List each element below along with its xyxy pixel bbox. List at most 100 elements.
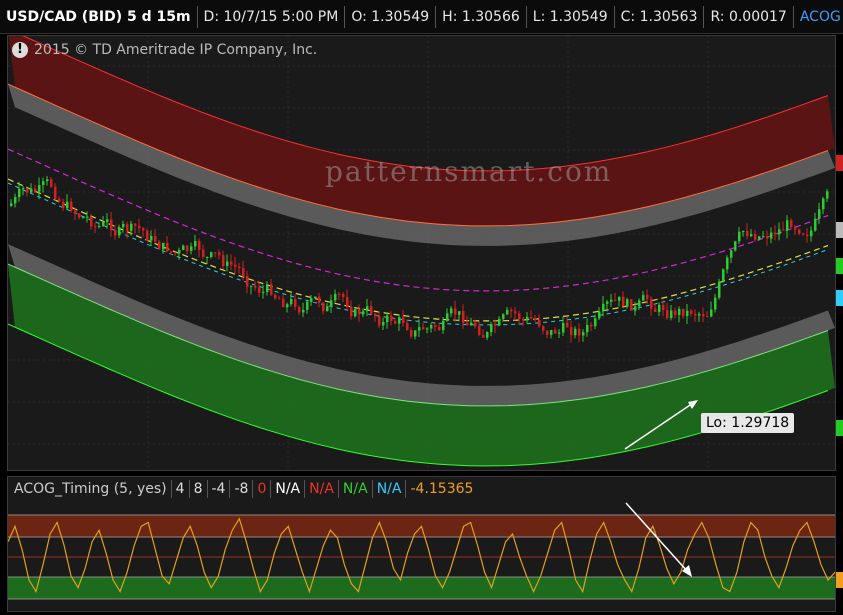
candle-body <box>110 219 113 231</box>
candle-body <box>202 249 205 257</box>
candle-body <box>678 308 681 316</box>
price-marker-green-2 <box>836 420 843 436</box>
price-panel[interactable] <box>7 35 836 471</box>
candle-body <box>690 310 693 314</box>
candle-body <box>34 188 37 192</box>
candle-body <box>90 216 93 227</box>
candle-body <box>366 306 369 312</box>
candle-body <box>218 252 221 256</box>
candle-body <box>358 309 361 315</box>
candle-body <box>250 285 253 287</box>
candle-body <box>798 229 801 234</box>
candle-body <box>446 313 449 321</box>
candle-body <box>86 216 89 218</box>
candle-body <box>378 316 381 326</box>
candle-body <box>674 310 677 316</box>
candle-body <box>822 198 825 210</box>
candle-body <box>462 311 465 323</box>
candle-body <box>342 294 345 298</box>
price-marker-gray <box>836 222 843 238</box>
candle-body <box>470 322 473 326</box>
candle-body <box>38 185 41 192</box>
candle-body <box>118 227 121 236</box>
candle-body <box>150 235 153 241</box>
candle-body <box>194 240 197 247</box>
candle-body <box>782 229 785 231</box>
candle-body <box>758 236 761 240</box>
candle-body <box>494 323 497 326</box>
candle-body <box>642 295 645 301</box>
candle-body <box>98 225 101 227</box>
candle-body <box>146 230 149 241</box>
candle-body <box>654 308 657 312</box>
candle-body <box>666 310 669 319</box>
candle-body <box>490 323 493 333</box>
candle-body <box>502 314 505 319</box>
candle-body <box>750 234 753 237</box>
candle-body <box>634 306 637 311</box>
candle-body <box>386 315 389 323</box>
candle-body <box>554 329 557 334</box>
candle-body <box>382 322 385 326</box>
candle-body <box>718 281 721 298</box>
date-readout: D: 10/7/15 5:00 PM <box>198 5 346 28</box>
info-icon[interactable]: ! <box>12 42 28 58</box>
close-readout: C: 1.30563 <box>615 5 705 28</box>
candle-body <box>686 310 689 317</box>
candle-body <box>478 326 481 336</box>
candle-body <box>498 318 501 326</box>
candle-body <box>222 255 225 267</box>
candle-body <box>214 252 217 254</box>
candle-body <box>482 335 485 338</box>
candle-body <box>410 330 413 337</box>
candle-body <box>390 315 393 322</box>
candle-body <box>746 231 749 237</box>
candle-body <box>426 328 429 330</box>
candle-body <box>350 306 353 317</box>
na-red: N/A <box>305 480 339 498</box>
candle-body <box>602 303 605 312</box>
candle-body <box>134 223 137 226</box>
candle-body <box>330 300 333 307</box>
candle-body <box>442 320 445 331</box>
candle-body <box>450 308 453 314</box>
candle-body <box>374 313 377 317</box>
candle-body <box>338 293 341 295</box>
price-marker-red <box>836 155 843 171</box>
candle-body <box>346 297 349 307</box>
candle-body <box>730 250 733 258</box>
candle-body <box>126 223 129 231</box>
oscillator-name[interactable]: ACOG_Timing (5, yes) <box>10 480 172 498</box>
candle-body <box>786 220 789 231</box>
param-4: -8 <box>230 480 254 498</box>
price-marker-cyan <box>836 290 843 306</box>
candle-body <box>26 188 29 193</box>
candle-body <box>234 264 237 267</box>
candle-body <box>138 225 141 229</box>
candle-body <box>594 318 597 327</box>
param-2: 8 <box>190 480 208 498</box>
candle-body <box>586 324 589 333</box>
oscillator-marker <box>836 572 843 588</box>
candle-body <box>278 298 281 300</box>
candle-body <box>198 240 201 250</box>
candle-body <box>530 317 533 319</box>
candle-body <box>514 311 517 314</box>
candle-body <box>778 229 781 235</box>
candle-body <box>182 245 185 251</box>
candle-body <box>458 311 461 315</box>
symbol-label[interactable]: USD/CAD (BID) 5 d 15m <box>0 5 198 28</box>
candle-body <box>558 332 561 334</box>
candle-body <box>158 241 161 250</box>
candle-body <box>142 228 145 231</box>
candle-body <box>542 326 545 331</box>
candle-body <box>726 257 729 270</box>
candle-body <box>246 276 249 287</box>
candle-body <box>406 323 409 331</box>
na-cyan: N/A <box>373 480 407 498</box>
candle-body <box>242 268 245 277</box>
candle-body <box>370 306 373 314</box>
candle-body <box>646 295 649 299</box>
study-label[interactable]: ACOG ... <box>794 6 843 28</box>
candle-body <box>302 309 305 313</box>
